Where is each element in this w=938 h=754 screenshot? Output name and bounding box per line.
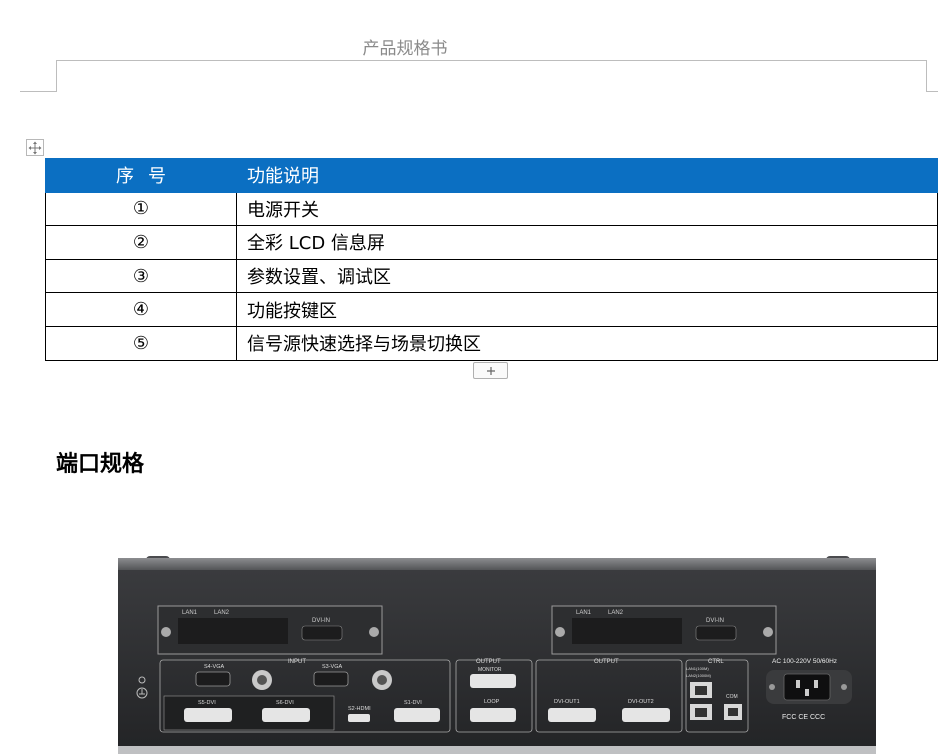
column-header-description: 功能说明: [236, 158, 938, 193]
row-index: ⑤: [45, 325, 237, 361]
row-index: ②: [45, 225, 237, 260]
output-group-label: OUTPUT: [594, 659, 619, 665]
section-heading: 端口规格: [56, 452, 145, 477]
s2-hdmi-label: S2-HDMI: [348, 706, 371, 712]
row-description: 功能按键区: [236, 292, 938, 327]
row-description: 信号源快速选择与场景切换区: [236, 325, 938, 361]
card-left-dvi-in-label: DVI-IN: [312, 618, 330, 624]
table-row: ③ 参数设置、调试区: [45, 258, 938, 294]
s1-dvi-port: [394, 708, 440, 722]
move-arrows-icon: [28, 141, 42, 154]
row-description: 电源开关: [236, 191, 938, 227]
device-rear-panel-image: LAN1 LAN2 DVI-IN LAN1 LAN2 DVI-IN INPUT …: [112, 552, 882, 754]
s4-vga-label: S4-VGA: [204, 664, 225, 670]
dvi-out1-port: [548, 708, 596, 722]
s5-dvi-label: S5-DVI: [198, 700, 216, 706]
dvi-out1-label: DVI-OUT1: [554, 699, 580, 705]
s6-dvi-label: S6-DVI: [276, 700, 294, 706]
column-header-index: 序号: [45, 158, 237, 193]
dvi-out2-label: DVI-OUT2: [628, 699, 654, 705]
dvi-out2-port: [622, 708, 670, 722]
row-description: 参数设置、调试区: [236, 258, 938, 294]
monitor-label: MONITOR: [478, 667, 502, 673]
crop-mark-right-vertical: [926, 60, 927, 92]
table-row: ⑤ 信号源快速选择与场景切换区: [45, 325, 938, 361]
row-description: 全彩 LCD 信息屏: [236, 225, 938, 260]
crop-mark-right-horizontal: [926, 91, 938, 92]
loop-port: [470, 708, 516, 722]
header-rule: [57, 60, 926, 61]
power-rating-label: AC 100-220V 50/60Hz: [772, 658, 837, 665]
table-move-handle[interactable]: [26, 139, 44, 156]
lan2-speed-label: LAN2(1000M): [686, 673, 712, 678]
table-row: ④ 功能按键区: [45, 292, 938, 327]
s3-vga-port: [313, 671, 349, 687]
table-row: ② 全彩 LCD 信息屏: [45, 225, 938, 260]
card-right-lan2-label: LAN2: [608, 610, 624, 616]
add-row-button[interactable]: [473, 362, 508, 379]
power-inlet: [783, 673, 831, 701]
row-index: ③: [45, 258, 237, 294]
table-header-row: 序号 功能说明: [45, 158, 938, 193]
com-label: COM: [726, 694, 738, 700]
card-left-lan1-label: LAN1: [182, 610, 198, 616]
card-right-lan1-label: LAN1: [576, 610, 592, 616]
lan1-speed-label: LAN1(100M): [686, 666, 709, 671]
row-index: ①: [45, 191, 237, 227]
input-group-label: INPUT: [288, 659, 306, 665]
function-table: 序号 功能说明 ① 电源开关 ② 全彩 LCD 信息屏 ③ 参数设置、调试区 ④…: [45, 158, 938, 361]
ctrl-group-label: CTRL: [708, 659, 724, 665]
s5-dvi-port: [184, 708, 232, 722]
crop-mark-left-horizontal: [20, 91, 57, 92]
monitor-port: [470, 674, 516, 688]
s6-dvi-port: [262, 708, 310, 722]
row-index: ④: [45, 292, 237, 327]
table-row: ① 电源开关: [45, 191, 938, 227]
s3-vga-label: S3-VGA: [322, 664, 343, 670]
card-right-dvi-in-label: DVI-IN: [706, 618, 724, 624]
plus-icon: [486, 366, 495, 375]
output-monitor-group-label: OUTPUT: [476, 659, 501, 665]
s1-dvi-label: S1-DVI: [404, 700, 422, 706]
loop-label: LOOP: [484, 699, 500, 705]
document-header-title: 产品规格书: [362, 39, 448, 59]
s4-vga-port: [195, 671, 231, 687]
s2-hdmi-port: [348, 714, 370, 722]
certification-label: FCC CE CCC: [782, 714, 825, 721]
card-left-lan2-label: LAN2: [214, 610, 230, 616]
crop-mark-left-vertical: [56, 60, 57, 92]
